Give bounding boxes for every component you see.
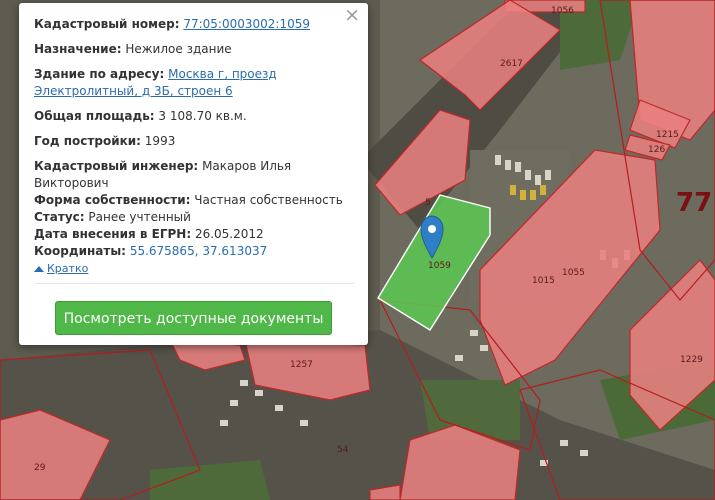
engineer-row: Кадастровый инженер: Макаров Илья Викторо… — [34, 158, 354, 192]
engineer-value-line-2: Викторович — [34, 176, 109, 190]
divider — [34, 283, 354, 284]
parcel-label-1229: 1229 — [680, 355, 703, 365]
chevron-up-icon — [34, 265, 44, 272]
engineer-label: Кадастровый инженер: — [34, 159, 199, 173]
parcel-label-126: 126 — [648, 145, 665, 155]
parcel-info-popup: × Кадастровый номер: 77:05:0003002:1059 … — [19, 3, 368, 345]
ownership-row: Форма собственности: Частная собственнос… — [34, 192, 354, 209]
cadastral-number-link[interactable]: 77:05:0003002:1059 — [183, 17, 310, 31]
year-value: 1993 — [144, 134, 176, 148]
coordinates-value: 55.675865, 37.613037 — [129, 244, 268, 258]
address-label: Здание по адресу: — [34, 67, 165, 81]
parcel-label-1055: 1055 — [562, 268, 585, 278]
parcel-label-1015: 1015 — [532, 276, 555, 286]
parcel-label-2617: 2617 — [500, 59, 523, 69]
parcel-label-1059: 1059 — [428, 261, 451, 271]
collapse-toggle[interactable]: Кратко — [34, 262, 354, 275]
cadastral-number-row: Кадастровый номер: 77:05:0003002:1059 — [34, 16, 354, 33]
ownership-value: Частная собственность — [194, 193, 343, 207]
coordinates-label: Координаты: — [34, 244, 126, 258]
status-row: Статус: Ранее учтенный — [34, 209, 354, 226]
address-line-2: Электролитный, д 3Б, строен 6 — [34, 84, 233, 98]
status-value: Ранее учтенный — [88, 210, 191, 224]
parcel-label-1257: 1257 — [290, 360, 313, 370]
collapse-label: Кратко — [47, 262, 89, 275]
year-label: Год постройки: — [34, 134, 141, 148]
area-label: Общая площадь: — [34, 109, 155, 123]
area-value: 3 108.70 кв.м. — [158, 109, 247, 123]
status-label: Статус: — [34, 210, 85, 224]
engineer-value-line-1: Макаров Илья — [202, 159, 292, 173]
view-documents-button[interactable]: Посмотреть доступные документы — [55, 301, 332, 335]
close-icon[interactable]: × — [344, 5, 360, 25]
area-row: Общая площадь: 3 108.70 кв.м. — [34, 108, 354, 125]
purpose-label: Назначение: — [34, 42, 122, 56]
parcel-label-54: 54 — [337, 445, 349, 455]
egrn-date-value: 26.05.2012 — [194, 227, 264, 241]
address-row: Здание по адресу: Москва г, проезд Электр… — [34, 66, 354, 100]
quarter-number-label: 77 — [676, 188, 712, 218]
purpose-value: Нежилое здание — [125, 42, 232, 56]
year-row: Год постройки: 1993 — [34, 133, 354, 150]
purpose-row: Назначение: Нежилое здание — [34, 41, 354, 58]
parcel-label-1215: 1215 — [656, 130, 679, 140]
egrn-date-label: Дата внесения в ЕГРН: — [34, 227, 192, 241]
egrn-date-row: Дата внесения в ЕГРН: 26.05.2012 — [34, 226, 354, 243]
parcel-label-29: 29 — [34, 463, 46, 473]
coordinates-row: Координаты: 55.675865, 37.613037 — [34, 243, 354, 260]
ownership-label: Форма собственности: — [34, 193, 191, 207]
address-line-1: Москва г, проезд — [168, 67, 277, 81]
parcel-label-1056: 1056 — [551, 6, 574, 16]
parcel-label-5: 5 — [425, 198, 431, 208]
cadastral-number-label: Кадастровый номер: — [34, 17, 180, 31]
